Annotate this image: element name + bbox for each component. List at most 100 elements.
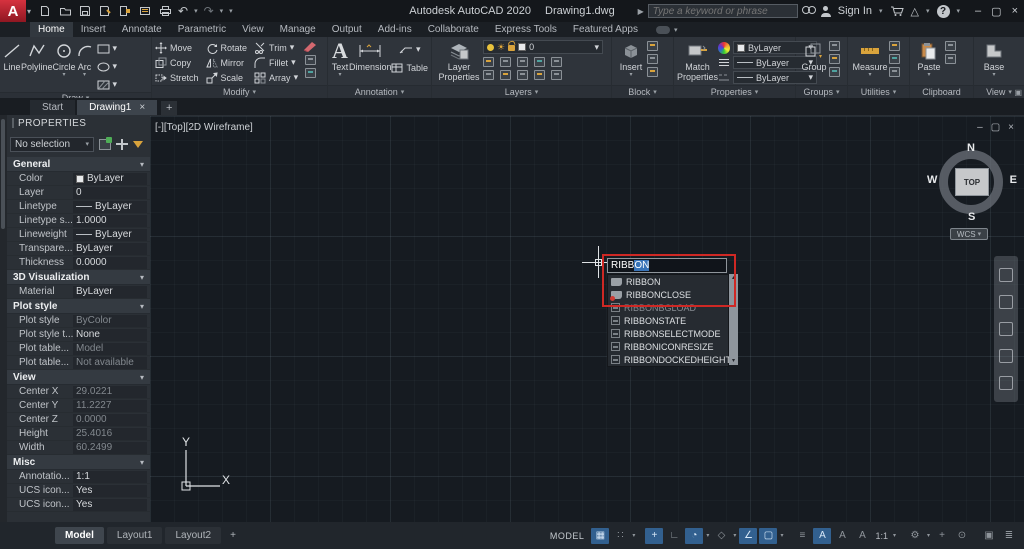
section-plot-style[interactable]: Plot style▾ bbox=[7, 299, 150, 314]
file-tab-start[interactable]: Start bbox=[30, 100, 75, 115]
tab-add-ins[interactable]: Add-ins bbox=[370, 22, 420, 37]
scroll-up-icon[interactable]: ▴ bbox=[732, 274, 735, 282]
viewport-minimize-icon[interactable]: – bbox=[977, 122, 983, 133]
sheet-set-icon[interactable] bbox=[138, 5, 152, 18]
prop-row-lineweight[interactable]: LineweightByLayer bbox=[7, 228, 150, 242]
open-folder-icon[interactable] bbox=[58, 5, 72, 18]
prop-row-ucs-icon-on[interactable]: UCS icon...Yes bbox=[7, 484, 150, 498]
tab-manage[interactable]: Manage bbox=[272, 22, 324, 37]
copy-button[interactable]: Copy bbox=[155, 55, 199, 70]
rotate-button[interactable]: Rotate bbox=[206, 40, 248, 55]
search-expand-icon[interactable]: ▶ bbox=[638, 7, 644, 16]
ribbon-options-caret-icon[interactable]: ▾ bbox=[674, 26, 678, 34]
navigation-bar[interactable] bbox=[994, 256, 1018, 402]
copy-clip-icon[interactable] bbox=[945, 54, 956, 64]
match-properties-button[interactable]: Match Properties bbox=[677, 40, 718, 83]
scroll-down-icon[interactable]: ▾ bbox=[732, 357, 735, 365]
qat-customize-caret-icon[interactable]: ▾ bbox=[229, 7, 233, 15]
prop-row-thickness[interactable]: Thickness0.0000 bbox=[7, 256, 150, 270]
viewport-restore-icon[interactable]: ▢ bbox=[991, 122, 1000, 133]
tab-view[interactable]: View bbox=[234, 22, 272, 37]
ungroup-icon[interactable] bbox=[829, 41, 840, 51]
suggestion-ribbonbgload[interactable]: RIBBONBGLOAD bbox=[608, 301, 728, 314]
measure-caret-icon[interactable]: ▾ bbox=[868, 72, 871, 79]
autodesk-360-icon[interactable]: △ bbox=[911, 5, 919, 18]
cut-icon[interactable] bbox=[945, 41, 956, 51]
suggestion-ribbonclose[interactable]: RIBBONCLOSE bbox=[608, 288, 728, 301]
ribbon-collapse-icon[interactable]: ▣ bbox=[1014, 88, 1022, 97]
mirror-button[interactable]: Mirror bbox=[206, 55, 248, 70]
group-edit-icon[interactable] bbox=[829, 54, 840, 64]
tab-model[interactable]: Model bbox=[55, 527, 104, 544]
palette-scrollbar[interactable] bbox=[0, 115, 7, 522]
full-navigation-wheel-icon[interactable] bbox=[999, 268, 1013, 282]
object-snap-caret-icon[interactable]: ▾ bbox=[779, 532, 784, 539]
file-tab-drawing1[interactable]: Drawing1 × bbox=[77, 100, 157, 115]
id-point-icon[interactable] bbox=[889, 41, 900, 51]
wcs-menu-button[interactable]: WCS▾ bbox=[950, 228, 988, 240]
annotation-monitor-icon[interactable]: + bbox=[933, 528, 951, 544]
viewport-close-icon[interactable]: × bbox=[1008, 122, 1014, 133]
line-button[interactable]: Line bbox=[3, 40, 21, 72]
annotation-scale-icon[interactable]: A bbox=[853, 528, 871, 544]
group-select-icon[interactable] bbox=[829, 67, 840, 77]
object-snap-icon[interactable]: ▢ bbox=[759, 528, 777, 544]
tab-home[interactable]: Home bbox=[30, 22, 73, 37]
app-store-cart-icon[interactable] bbox=[890, 5, 904, 17]
tab-layout2[interactable]: Layout2 bbox=[165, 527, 221, 544]
tab-layout1[interactable]: Layout1 bbox=[107, 527, 163, 544]
tab-featured-apps[interactable]: Featured Apps bbox=[565, 22, 646, 37]
app-menu-caret-icon[interactable]: ▾ bbox=[27, 7, 31, 16]
base-caret-icon[interactable]: ▾ bbox=[992, 72, 995, 79]
isodraft-icon[interactable]: ◇ bbox=[712, 528, 730, 544]
workspace-caret-icon[interactable]: ▾ bbox=[926, 532, 931, 539]
isolate-objects-icon[interactable]: ⊙ bbox=[953, 528, 971, 544]
explode-icon[interactable] bbox=[305, 55, 316, 65]
layer-lock-icon[interactable] bbox=[534, 57, 545, 67]
section-view[interactable]: View▾ bbox=[7, 370, 150, 385]
layer-state-icon[interactable] bbox=[517, 70, 528, 80]
tab-insert[interactable]: Insert bbox=[73, 22, 114, 37]
customize-icon[interactable]: ≣ bbox=[1000, 528, 1018, 544]
search-input[interactable] bbox=[648, 4, 798, 18]
viewcube-west[interactable]: W bbox=[927, 174, 937, 186]
prop-row-layer[interactable]: Layer0 bbox=[7, 186, 150, 200]
new-drawing-tab-button[interactable]: + bbox=[161, 101, 177, 115]
viewcube-south[interactable]: S bbox=[968, 211, 975, 223]
measure-button[interactable]: Measure ▾ bbox=[851, 40, 889, 79]
hatch-button[interactable]: ▾ bbox=[97, 77, 118, 92]
edit-attributes-icon[interactable] bbox=[647, 41, 658, 51]
layer-freeze-icon[interactable] bbox=[517, 57, 528, 67]
panel-caption-groups[interactable]: Groups▾ bbox=[796, 85, 847, 98]
arc-caret-icon[interactable]: ▾ bbox=[83, 72, 86, 79]
plot-icon[interactable] bbox=[158, 5, 172, 18]
paste-caret-icon[interactable]: ▾ bbox=[927, 72, 930, 79]
layer-merge-icon[interactable] bbox=[551, 70, 562, 80]
ortho-mode-icon[interactable]: ∟ bbox=[665, 528, 683, 544]
insert-caret-icon[interactable]: ▾ bbox=[629, 72, 632, 79]
workspace-icon[interactable] bbox=[118, 5, 132, 18]
sign-in-caret-icon[interactable]: ▾ bbox=[879, 7, 883, 15]
file-tab-close-icon[interactable]: × bbox=[139, 102, 145, 113]
tab-collaborate[interactable]: Collaborate bbox=[420, 22, 487, 37]
layer-select[interactable]: ☀ 0 ▾ bbox=[483, 40, 603, 54]
layer-walk-icon[interactable] bbox=[534, 70, 545, 80]
polyline-button[interactable]: Polyline bbox=[21, 40, 53, 72]
autoscale-icon[interactable]: A bbox=[833, 528, 851, 544]
tab-annotate[interactable]: Annotate bbox=[114, 22, 170, 37]
section-3d-visualization[interactable]: 3D Visualization▾ bbox=[7, 270, 150, 285]
erase-icon[interactable] bbox=[303, 41, 317, 52]
select-objects-icon[interactable] bbox=[116, 139, 128, 150]
annotation-scale-caret-icon[interactable]: ▾ bbox=[892, 532, 897, 539]
base-button[interactable]: Base ▾ bbox=[977, 40, 1011, 79]
suggestion-ribbonselectmode[interactable]: RIBBONSELECTMODE bbox=[608, 327, 728, 340]
insert-button[interactable]: Insert ▾ bbox=[615, 40, 647, 79]
panel-caption-annotation[interactable]: Annotation▾ bbox=[328, 85, 431, 98]
object-snap-tracking-icon[interactable]: ∠ bbox=[739, 528, 757, 544]
save-as-icon[interactable] bbox=[98, 5, 112, 18]
panel-caption-layers[interactable]: Layers▾ bbox=[432, 85, 611, 98]
quick-calc-icon[interactable] bbox=[889, 67, 900, 77]
paste-button[interactable]: Paste ▾ bbox=[913, 40, 945, 79]
ellipse-button[interactable]: ▾ bbox=[97, 59, 118, 74]
drawing-area[interactable]: [-][Top][2D Wireframe] – ▢ × TOP N S W E… bbox=[150, 115, 1024, 522]
